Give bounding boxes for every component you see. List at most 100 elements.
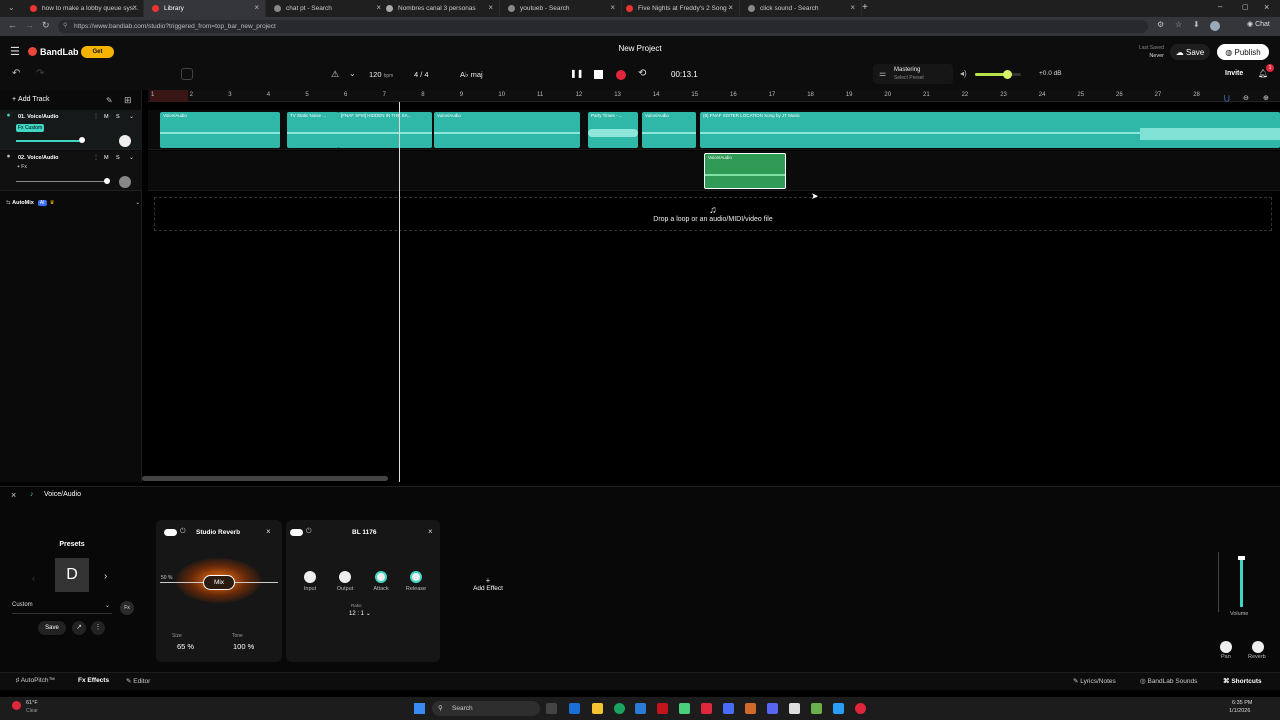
close-icon[interactable]: × [428, 527, 433, 536]
track-lane-2[interactable]: Voice/Audio [148, 151, 1280, 191]
mute-button[interactable]: M [104, 114, 109, 120]
shortcuts-button[interactable]: ⌘ Shortcuts [1223, 677, 1262, 685]
master-volume-slider[interactable] [975, 70, 1021, 79]
app-icon[interactable] [789, 703, 800, 714]
bandlab-sounds-tab[interactable]: ◎ BandLab Sounds [1140, 677, 1197, 685]
lyrics-tab[interactable]: ✎ Lyrics/Notes [1073, 677, 1116, 685]
audio-clip[interactable]: Party Times - ... [588, 112, 638, 148]
fx-icon[interactable]: Fx [120, 601, 134, 615]
horizontal-scrollbar[interactable] [142, 476, 388, 481]
preset-tile[interactable]: D [55, 558, 89, 592]
hamburger-menu-icon[interactable]: ☰ [10, 45, 20, 58]
audio-clip[interactable]: TV Static Noise ... [287, 112, 339, 148]
start-icon[interactable] [414, 703, 425, 714]
ratio-select[interactable]: 12 : 1 ⌄ [349, 610, 371, 617]
minimize-icon[interactable]: – [1218, 2, 1222, 11]
input-knob[interactable]: Input [300, 571, 320, 592]
file-explorer-icon[interactable] [592, 703, 603, 714]
chrome-icon[interactable] [614, 703, 625, 714]
redo-icon[interactable]: ↷ [36, 68, 44, 79]
speaker-icon[interactable]: ◂) [960, 69, 967, 78]
snap-icon[interactable]: ⋃ [1224, 94, 1230, 102]
pause-button[interactable]: ❚❚ [570, 69, 583, 80]
track-header-2[interactable]: ⏺ 02. Voice/Audio + Fx M S ⋮ ⌄ [0, 151, 142, 191]
close-icon[interactable]: × [132, 3, 137, 12]
url-input[interactable]: https://www.bandlab.com/studio?triggered… [58, 20, 1148, 33]
task-view-icon[interactable] [546, 703, 557, 714]
browser-tab[interactable]: chat pt - Search × [266, 0, 388, 17]
track-volume-handle[interactable] [79, 137, 85, 143]
save-button[interactable]: ☁ Save [1170, 44, 1210, 60]
prev-preset-icon[interactable]: ‹ [32, 573, 35, 583]
reload-icon[interactable]: ↻ [42, 20, 50, 31]
track-volume-handle[interactable] [104, 178, 110, 184]
editor-tab[interactable]: ✎ Editor [126, 677, 150, 685]
maximize-icon[interactable]: ▢ [1242, 3, 1249, 11]
power-icon[interactable]: ⏻ [180, 528, 186, 536]
chevron-down-icon[interactable]: ⌄ [129, 154, 134, 161]
size-value[interactable]: 65 % [177, 642, 194, 651]
attack-knob[interactable]: Attack [370, 571, 392, 592]
new-tab-icon[interactable]: + [862, 2, 868, 13]
browser-tab[interactable]: Nombres canal 3 personas × [378, 0, 500, 17]
back-icon[interactable]: ← [8, 20, 17, 30]
output-knob[interactable]: Output [334, 571, 356, 592]
volume-meter[interactable] [1240, 559, 1243, 607]
roblox-icon[interactable] [657, 703, 668, 714]
audio-clip[interactable]: Voice/Audio [642, 112, 696, 148]
track-volume-slider[interactable] [16, 140, 82, 142]
playhead[interactable] [399, 102, 400, 482]
taskbar-search[interactable]: ⚲ Search [432, 701, 540, 716]
autopitch-tab[interactable]: ♯ AutoPitch™ [16, 677, 55, 684]
discord-icon[interactable] [767, 703, 778, 714]
track-volume-slider[interactable] [16, 181, 108, 182]
track-fx-tag[interactable]: + Fx [17, 164, 27, 170]
youtube-icon[interactable] [701, 703, 712, 714]
tuner-icon[interactable]: ⚠ [331, 69, 339, 80]
browser-tab[interactable]: Five Nights at Freddy's 2 Song - × [618, 0, 740, 17]
close-icon[interactable]: × [728, 3, 733, 12]
track-pan-knob[interactable] [119, 135, 131, 147]
track-name[interactable]: 01. Voice/Audio [18, 114, 59, 120]
more-options-icon[interactable]: ⋮ [91, 621, 105, 635]
app-icon[interactable] [833, 703, 844, 714]
add-effect-button[interactable]: + Add Effect [466, 576, 510, 592]
audio-clip[interactable]: Voice/Audio [434, 112, 580, 148]
app-icon[interactable] [723, 703, 734, 714]
browser-tab[interactable]: how to make a lobby queue sys... × [22, 0, 144, 17]
browser-tab-active[interactable]: Library × [144, 0, 266, 17]
stop-button[interactable] [594, 70, 603, 79]
pan-knob[interactable] [1220, 641, 1232, 653]
track-settings-icon[interactable]: ⊞ [124, 95, 132, 106]
power-icon[interactable]: ⏻ [306, 528, 312, 536]
browser-tab[interactable]: youtueb - Search × [500, 0, 622, 17]
pencil-icon[interactable]: ✎ [106, 96, 113, 105]
bookmark-star-icon[interactable]: ☆ [1175, 20, 1182, 29]
audio-clip[interactable]: (8) FNAF SISTER LOCATION Song by JT Musi… [700, 112, 1280, 148]
browser-tab[interactable]: click sound - Search × [740, 0, 862, 17]
tone-value[interactable]: 100 % [233, 642, 254, 651]
profile-avatar[interactable] [1210, 21, 1220, 31]
weather-icon[interactable] [12, 701, 21, 710]
reverb-knob[interactable] [1252, 641, 1264, 653]
close-panel-icon[interactable]: × [11, 490, 16, 500]
add-track-button[interactable]: + Add Track [12, 96, 50, 103]
record-button[interactable] [616, 70, 626, 80]
store-icon[interactable] [635, 703, 646, 714]
effects-tab[interactable]: Fx Effects [78, 677, 109, 684]
close-icon[interactable]: × [488, 3, 493, 12]
master-volume-handle[interactable] [1003, 70, 1013, 79]
more-icon[interactable]: ⋮ [93, 113, 99, 120]
bandlab-logo[interactable]: BandLab [40, 47, 79, 57]
minecraft-icon[interactable] [811, 703, 822, 714]
preset-save-button[interactable]: Save [38, 621, 66, 635]
volume-handle[interactable] [1238, 556, 1245, 560]
downloads-icon[interactable]: ⬇ [1193, 20, 1200, 29]
undo-icon[interactable]: ↶ [12, 68, 20, 79]
share-icon[interactable]: ↗ [72, 621, 86, 635]
track-pan-knob[interactable] [119, 176, 131, 188]
close-icon[interactable]: × [850, 3, 855, 12]
invite-button[interactable]: Invite [1225, 70, 1243, 77]
audio-clip-selected[interactable]: Voice/Audio [704, 153, 786, 189]
mastering-button[interactable]: ⚌ Mastering Select Preset [873, 64, 953, 84]
